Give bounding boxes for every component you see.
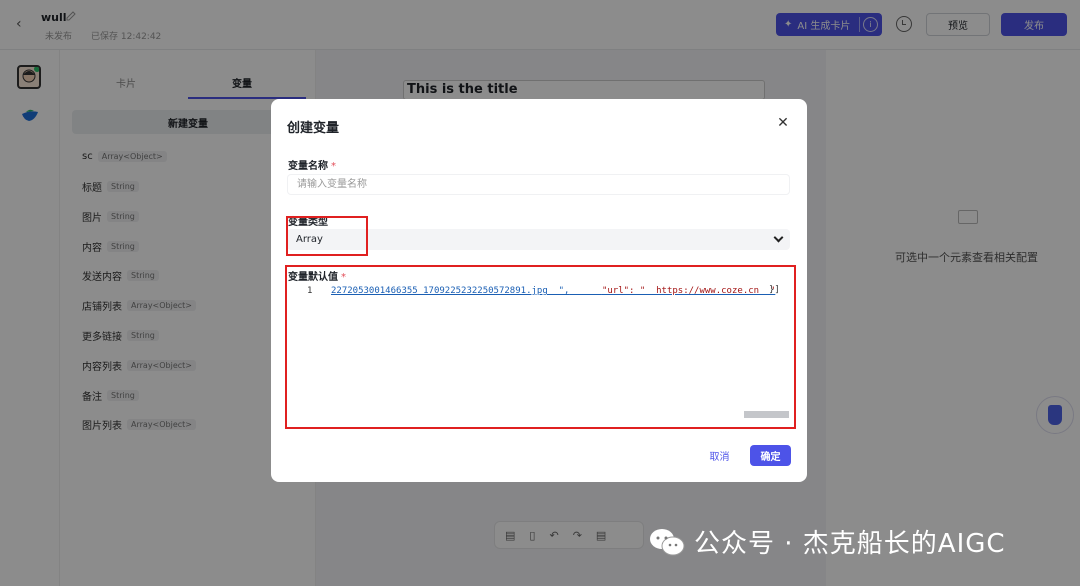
dialog-title: 创建变量 (287, 121, 340, 136)
wechat-icon (650, 528, 685, 555)
default-value-label: 变量默认值 * (288, 272, 346, 283)
watermark: 公众号 · 杰克船长的AIGC (648, 523, 1006, 560)
code-text: 2272053001466355_1709225232250572891.jpg… (331, 286, 776, 296)
variable-type-label: 变量类型 (288, 217, 328, 228)
code-closing-bracket: }] (769, 285, 780, 295)
required-mark: * (331, 161, 336, 172)
chevron-down-icon (773, 232, 784, 243)
selected-type: Array (296, 234, 323, 245)
code-line: 1 2272053001466355_1709225232250572891.j… (287, 285, 790, 299)
cancel-button[interactable]: 取消 (699, 445, 740, 466)
create-variable-dialog: 创建变量 ✕ 变量名称* 变量类型 Array 变量默认值* 1 2272053… (271, 99, 807, 482)
variable-type-select[interactable]: Array (287, 229, 790, 250)
confirm-button[interactable]: 确定 (750, 445, 791, 466)
horizontal-scrollbar[interactable] (744, 411, 789, 418)
variable-name-input[interactable] (287, 174, 790, 195)
close-icon[interactable]: ✕ (776, 116, 790, 130)
default-value-code-editor[interactable]: 1 2272053001466355_1709225232250572891.j… (287, 283, 790, 423)
variable-name-label: 变量名称 * (288, 161, 336, 172)
line-number: 1 (307, 286, 313, 296)
required-mark: * (341, 272, 346, 283)
